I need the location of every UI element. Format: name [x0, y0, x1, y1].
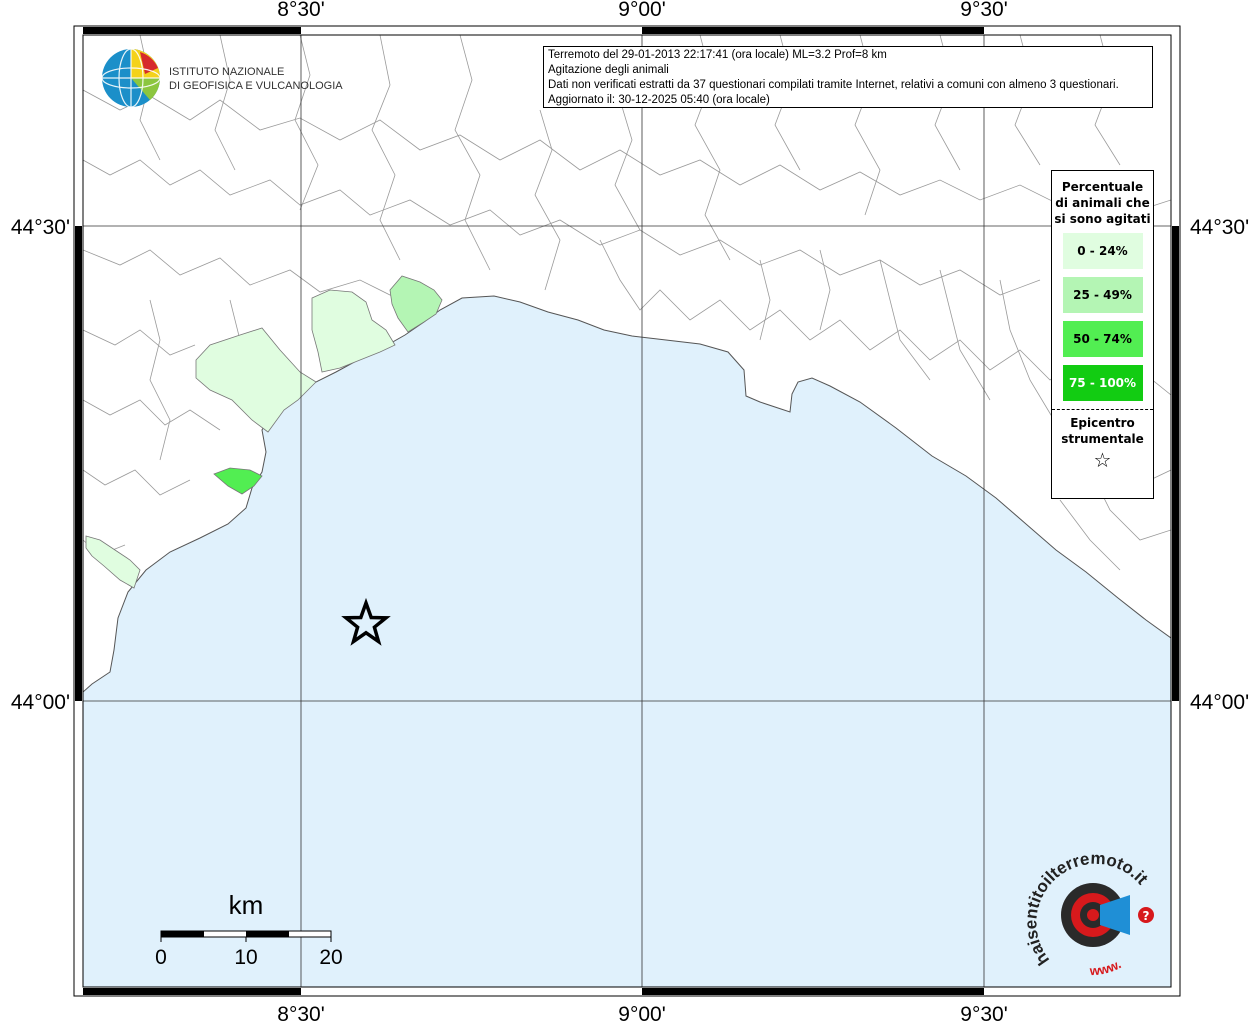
- map: 8°30' 9°00' 9°30' 8°30' 9°00' 9°30' 44°3…: [11, 0, 1249, 1024]
- scale-tick-20: 20: [319, 946, 342, 969]
- info-line-earthquake: Terremoto del 29-01-2013 22:17:41 (ora l…: [548, 49, 887, 61]
- legend-title: Percentuale di animali che si sono agita…: [1054, 180, 1151, 226]
- lon-label-top-1: 8°30': [277, 0, 324, 21]
- lon-label-bottom-3: 9°30': [960, 1003, 1007, 1024]
- legend-swatch-50-74: 50 - 74%: [1062, 321, 1143, 357]
- lat-label-right-2: 44°00': [1190, 691, 1249, 714]
- legend-swatch-75-100: 75 - 100%: [1062, 365, 1143, 401]
- legend-swatch-25-49: 25 - 49%: [1062, 277, 1143, 313]
- info-box: Terremoto del 29-01-2013 22:17:41 (ora l…: [543, 46, 1153, 108]
- svg-text:?: ?: [1143, 909, 1150, 923]
- lat-label-left-1: 44°30': [11, 216, 70, 239]
- institute-name-line1: ISTITUTO NAZIONALE: [169, 66, 284, 78]
- info-line-topic: Agitazione degli animali: [548, 64, 669, 76]
- lon-label-top-2: 9°00': [618, 0, 665, 21]
- lon-label-top-3: 9°30': [960, 0, 1007, 21]
- legend-divider: [1052, 409, 1153, 410]
- legend: Percentuale di animali che si sono agita…: [1051, 170, 1154, 499]
- info-line-data-note: Dati non verificati estratti da 37 quest…: [548, 79, 1119, 91]
- scale-tick-10: 10: [234, 946, 257, 969]
- lat-label-right-1: 44°30': [1190, 216, 1249, 239]
- institute-name-line2: DI GEOFISICA E VULCANOLOGIA: [169, 80, 343, 92]
- lon-label-bottom-1: 8°30': [277, 1003, 324, 1024]
- legend-epicenter-title: Epicentro strumentale: [1061, 416, 1144, 446]
- legend-star-icon: ☆: [1093, 448, 1112, 472]
- lon-label-bottom-2: 9°00': [618, 1003, 665, 1024]
- info-line-updated: Aggiornato il: 30-12-2025 05:40 (ora loc…: [548, 94, 770, 106]
- scale-tick-0: 0: [155, 946, 167, 969]
- lat-label-left-2: 44°00': [11, 691, 70, 714]
- legend-swatch-0-24: 0 - 24%: [1062, 233, 1143, 269]
- scale-unit: km: [229, 890, 264, 920]
